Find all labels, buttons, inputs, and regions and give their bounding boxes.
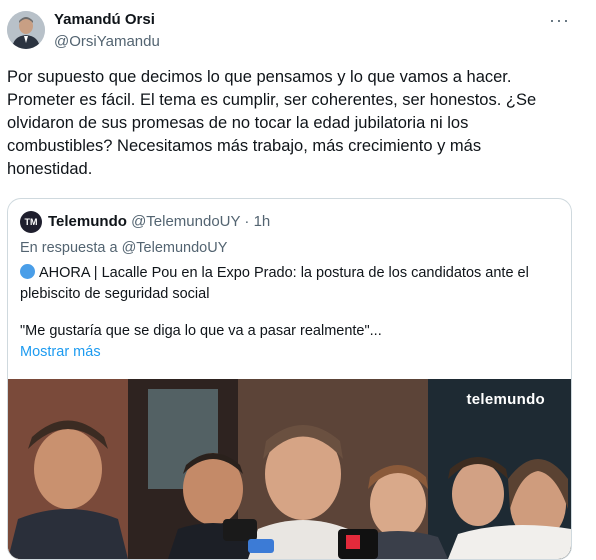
quoted-media[interactable]: telemundo [8, 379, 571, 559]
show-more-link[interactable]: Mostrar más [20, 344, 101, 360]
avatar-photo [7, 11, 45, 49]
quoted-avatar[interactable]: TM [20, 211, 42, 233]
quoted-headline: AHORA | Lacalle Pou en la Expo Prado: la… [20, 265, 529, 302]
quoted-headline-row: AHORA | Lacalle Pou en la Expo Prado: la… [20, 263, 560, 305]
author-name[interactable]: Yamandú Orsi [54, 11, 155, 28]
tweet-text: Por supuesto que decimos lo que pensamos… [7, 68, 537, 178]
more-options-icon[interactable]: ··· [549, 10, 570, 31]
quoted-tweet[interactable]: TM Telemundo @TelemundoUY · 1h En respue… [7, 198, 572, 560]
author-avatar[interactable] [7, 11, 45, 49]
telemundo-watermark: telemundo [466, 391, 545, 408]
quoted-name[interactable]: Telemundo [48, 213, 127, 230]
blue-circle-icon [20, 264, 35, 279]
quoted-handle[interactable]: @TelemundoUY [131, 213, 240, 230]
quoted-time[interactable]: · 1h [244, 213, 270, 230]
author-handle[interactable]: @OrsiYamandu [54, 33, 160, 50]
quoted-quote-text: "Me gustaría que se diga lo que va a pas… [20, 323, 382, 339]
quoted-header: Telemundo @TelemundoUY · 1h [48, 213, 270, 230]
reply-to-label: En respuesta a @TelemundoUY [20, 240, 228, 256]
